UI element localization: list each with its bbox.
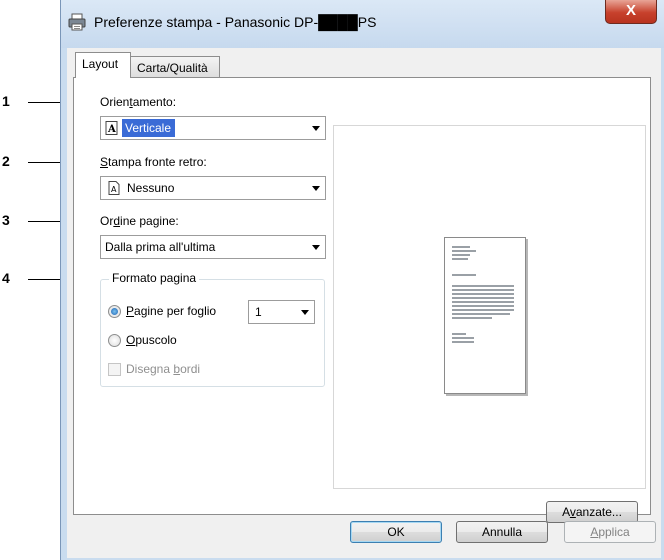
cancel-button[interactable]: Annulla <box>456 521 548 543</box>
pages-per-sheet-label[interactable]: Pagine per foglio <box>126 304 216 318</box>
preview-text-line <box>452 274 476 276</box>
draw-borders-checkbox[interactable] <box>108 363 121 376</box>
callout-2: 2 <box>2 153 10 169</box>
duplex-value: Nessuno <box>127 181 175 195</box>
preview-text-line <box>452 305 514 307</box>
apply-button[interactable]: Applica <box>564 521 656 543</box>
print-preferences-window: Preferenze stampa - Panasonic DP-████PS … <box>60 0 664 560</box>
callout-3: 3 <box>2 212 10 228</box>
page-order-value: Dalla prima all'ultima <box>105 240 216 254</box>
booklet-label[interactable]: Opuscolo <box>126 333 177 347</box>
preview-text-line <box>452 250 476 252</box>
preview-text-line <box>452 341 474 343</box>
preview-text-line <box>452 254 470 256</box>
orientation-value: Verticale <box>122 119 176 137</box>
layout-panel: Orientamento: A Verticale Stampa fronte … <box>73 77 651 523</box>
preview-text-line <box>452 285 514 287</box>
window-title: Preferenze stampa - Panasonic DP-████PS <box>94 14 377 30</box>
preview-text-line <box>452 309 514 311</box>
close-button[interactable]: X <box>605 0 657 24</box>
page-order-dropdown[interactable]: Dalla prima all'ultima <box>100 235 326 259</box>
preview-text-line <box>452 293 514 295</box>
preview-text-line <box>452 317 492 319</box>
advanced-button[interactable]: Avanzate... <box>546 501 638 523</box>
page-preview-thumbnail <box>444 237 526 394</box>
printer-icon <box>68 13 86 31</box>
orientation-label: Orientamento: <box>100 95 177 109</box>
pages-per-sheet-value: 1 <box>255 305 262 319</box>
close-icon: X <box>625 2 636 19</box>
page-order-label: Ordine pagine: <box>100 214 179 228</box>
preview-text-line <box>452 313 510 315</box>
callout-1: 1 <box>2 93 10 109</box>
draw-borders-label: Disegna bordi <box>126 362 201 376</box>
single-page-icon: A <box>108 181 120 195</box>
page-format-title: Formato pagina <box>109 271 200 285</box>
preview-text-line <box>452 258 468 260</box>
portrait-page-icon: A <box>105 121 118 135</box>
chevron-down-icon[interactable] <box>307 236 325 258</box>
preview-text-line <box>452 333 466 335</box>
tab-paper-quality[interactable]: Carta/Qualità <box>130 56 220 78</box>
chevron-down-icon[interactable] <box>296 301 314 323</box>
callout-4: 4 <box>2 270 10 286</box>
preview-text-line <box>452 297 514 299</box>
duplex-label: Stampa fronte retro: <box>100 155 207 169</box>
svg-text:A: A <box>107 124 116 135</box>
tab-layout[interactable]: Layout <box>75 52 131 78</box>
preview-text-line <box>452 301 514 303</box>
preview-text-line <box>452 337 474 339</box>
pages-per-sheet-dropdown[interactable]: 1 <box>248 300 315 324</box>
chevron-down-icon[interactable] <box>307 117 325 139</box>
preview-text-line <box>452 246 470 248</box>
preview-text-line <box>452 289 514 291</box>
duplex-dropdown[interactable]: A Nessuno <box>100 176 326 200</box>
dialog-body: Layout Carta/Qualità Orientamento: A Ver… <box>67 48 661 558</box>
ok-button[interactable]: OK <box>350 521 442 543</box>
svg-text:A: A <box>111 185 117 194</box>
booklet-radio[interactable] <box>108 334 121 347</box>
layout-preview <box>333 125 646 489</box>
orientation-dropdown[interactable]: A Verticale <box>100 116 326 140</box>
chevron-down-icon[interactable] <box>307 177 325 199</box>
title-bar[interactable]: Preferenze stampa - Panasonic DP-████PS … <box>61 0 664 48</box>
pages-per-sheet-radio[interactable] <box>108 305 121 318</box>
